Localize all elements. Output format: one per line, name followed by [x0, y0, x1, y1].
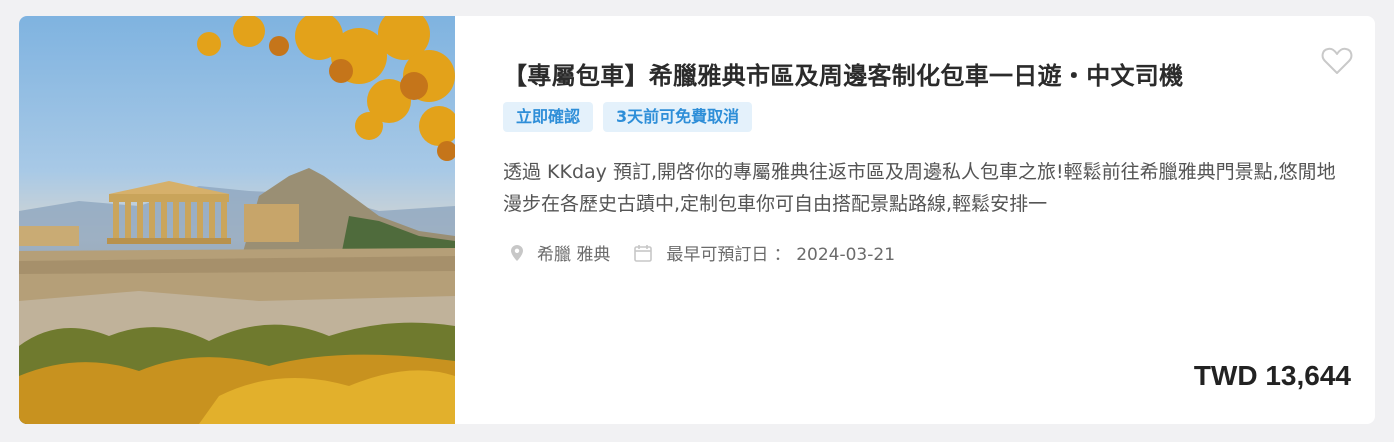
product-info: 【專屬包車】希臘雅典市區及周邊客制化包車一日遊・中文司機 立即確認 3天前可免費… — [503, 16, 1375, 424]
product-description: 透過 KKday 預訂,開啓你的專屬雅典往返市區及周邊私人包車之旅!輕鬆前往希臘… — [503, 161, 1336, 215]
price: TWD 13,644 — [1193, 360, 1351, 391]
product-title[interactable]: 【專屬包車】希臘雅典市區及周邊客制化包車一日遊・中文司機 — [503, 56, 1263, 91]
calendar-icon — [634, 244, 653, 262]
tag-instant-confirm: 立即確認 — [503, 102, 594, 132]
product-meta: 希臘 雅典 最早可預訂日 ： 2024-03-21 — [511, 240, 895, 265]
tag-list: 立即確認 3天前可免費取消 — [503, 102, 753, 132]
acropolis-illustration — [19, 16, 455, 424]
location-text: 希臘 雅典 — [537, 245, 611, 265]
product-photo[interactable] — [19, 16, 455, 424]
heart-outline-icon[interactable] — [1321, 46, 1353, 76]
earliest-date-text: 最早可預訂日 ： 2024-03-21 — [666, 245, 896, 265]
map-pin-icon — [511, 244, 523, 261]
product-card[interactable]: 【專屬包車】希臘雅典市區及周邊客制化包車一日遊・中文司機 立即確認 3天前可免費… — [19, 16, 1375, 424]
tag-free-cancel: 3天前可免費取消 — [603, 102, 753, 132]
heart-outline-icon — [1321, 47, 1353, 74]
